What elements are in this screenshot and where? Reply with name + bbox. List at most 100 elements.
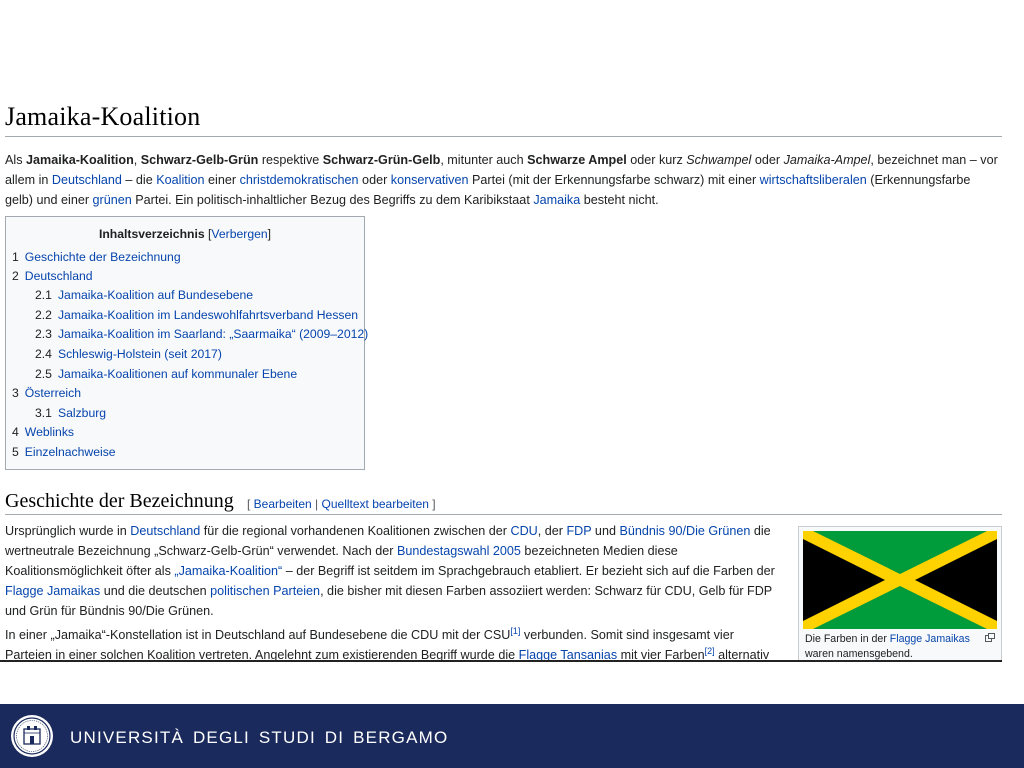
text-run: In einer „Jamaika“-Konstellation ist in … (5, 628, 511, 642)
italic-term: Jamaika-Ampel (783, 153, 871, 167)
inline-link[interactable]: Jamaika (533, 193, 580, 207)
toc-item-number: 2.5 (35, 367, 52, 381)
text-run: Als (5, 153, 26, 167)
toc-item-link[interactable]: Weblinks (25, 425, 74, 439)
toc-item-number: 3 (12, 386, 19, 400)
enlarge-icon[interactable] (985, 633, 995, 642)
toc-item-link[interactable]: Jamaika-Koalition auf Bundesebene (58, 288, 253, 302)
caption-text-start: Die Farben in der (805, 633, 890, 645)
text-run: Ursprünglich wurde in (5, 524, 131, 538)
wikipedia-article-screenshot: Jamaika-Koalition Als Jamaika-Koalition,… (0, 92, 1004, 662)
inline-link[interactable]: Flagge Jamaikas (5, 584, 100, 598)
toc-item-number: 1 (12, 250, 19, 264)
toc-item[interactable]: 2.5 Jamaika-Koalitionen auf kommunaler Eb… (35, 366, 297, 382)
text-run: oder (358, 173, 391, 187)
footnote-ref-link[interactable]: [2] (705, 646, 715, 656)
edit-bracket-close: ] (428, 497, 436, 511)
toc-item-number: 5 (12, 445, 19, 459)
text-run: , mitunter auch (440, 153, 528, 167)
figure-jamaica-flag: Die Farben in der Flagge Jamaikas waren … (798, 526, 1002, 662)
edit-separator: | (311, 497, 322, 511)
toc-item[interactable]: 2.3 Jamaika-Koalition im Saarland: „Saarm… (35, 326, 368, 342)
toc-item-link[interactable]: Deutschland (25, 269, 93, 283)
text-run: und (591, 524, 620, 538)
toc-item-number: 2.1 (35, 288, 52, 302)
italic-term: Schwampel (686, 153, 752, 167)
university-footer-bar: UNIVERSITÀ DEGLI STUDI DI BERGAMO (0, 704, 1024, 768)
inline-link[interactable]: Deutschland (130, 524, 200, 538)
toc-item-link[interactable]: Jamaika-Koalitionen auf kommunaler Ebene (58, 367, 297, 381)
inline-link[interactable]: Bündnis 90/Die Grünen (619, 524, 750, 538)
inline-link[interactable]: Bundestagswahl 2005 (397, 544, 521, 558)
edit-link[interactable]: Bearbeiten (254, 497, 312, 511)
toc-item[interactable]: 2.2 Jamaika-Koalition im Landeswohlfahrts… (35, 307, 358, 323)
toc-item-link[interactable]: Jamaika-Koalition im Landeswohlfahrtsver… (58, 308, 358, 322)
toc-bracket-close: ] (267, 227, 272, 241)
page-title: Jamaika-Koalition (5, 102, 201, 131)
caption-flag-link[interactable]: Flagge Jamaikas (890, 633, 970, 645)
inline-link[interactable]: Deutschland (52, 173, 122, 187)
toc-item-number: 2 (12, 269, 19, 283)
toc-header: Inhaltsverzeichnis [Verbergen] (6, 217, 364, 249)
bold-term: Schwarze Ampel (527, 153, 627, 167)
toc-item[interactable]: 3.1 Salzburg (35, 405, 106, 421)
toc-item-number: 2.3 (35, 327, 52, 341)
toc-item-number: 4 (12, 425, 19, 439)
section-paragraph-1: Ursprünglich wurde in Deutschland für di… (5, 521, 780, 621)
text-run: , (133, 153, 141, 167)
inline-link[interactable]: „Jamaika-Koalition“ (174, 564, 282, 578)
inline-link[interactable]: christdemokratischen (240, 173, 359, 187)
toc-item-link[interactable]: Jamaika-Koalition im Saarland: „Saarmaik… (58, 327, 368, 341)
inline-link[interactable]: Koalition (156, 173, 204, 187)
toc-item[interactable]: 4 Weblinks (12, 424, 74, 440)
jamaica-flag-image[interactable] (803, 531, 997, 629)
inline-link[interactable]: FDP (566, 524, 591, 538)
text-run: einer (204, 173, 240, 187)
toc-item[interactable]: 5 Einzelnachweise (12, 444, 116, 460)
bold-term: Schwarz-Grün-Gelb (322, 153, 441, 167)
title-divider (5, 136, 1002, 137)
footnote-ref-link[interactable]: [1] (510, 626, 520, 636)
inline-link[interactable]: grünen (93, 193, 132, 207)
toc-item-link[interactable]: Geschichte der Bezeichnung (25, 250, 181, 264)
section-divider (5, 514, 1002, 515)
table-of-contents: Inhaltsverzeichnis [Verbergen] 1 Geschich… (5, 216, 368, 470)
toc-item-link[interactable]: Einzelnachweise (25, 445, 116, 459)
toc-item[interactable]: 3 Österreich (12, 385, 81, 401)
caption-text-end: waren namensgebend. (805, 648, 913, 660)
toc-item-link[interactable]: Schleswig-Holstein (seit 2017) (58, 347, 222, 361)
text-run: respektive (258, 153, 323, 167)
section-heading: Geschichte der Bezeichnung (5, 490, 234, 512)
inline-link[interactable]: politischen Parteien (210, 584, 320, 598)
edit-bracket-open: [ (247, 497, 254, 511)
section-edit-links: [ Bearbeiten | Quelltext bearbeiten ] (247, 497, 436, 511)
toc-item-link[interactable]: Salzburg (58, 406, 106, 420)
text-run: Partei. Ein politisch-inhaltlicher Bezug… (131, 193, 534, 207)
toc-item[interactable]: 2.4 Schleswig-Holstein (seit 2017) (35, 346, 222, 362)
section-paragraph-2: In einer „Jamaika“-Konstellation ist in … (5, 625, 780, 662)
toc-item[interactable]: 2.1 Jamaika-Koalition auf Bundesebene (35, 287, 253, 303)
text-run: für die regional vorhandenen Koalitionen… (200, 524, 511, 538)
intro-paragraph: Als Jamaika-Koalition, Schwarz-Gelb-Grün… (5, 150, 999, 210)
text-run: besteht nicht. (580, 193, 659, 207)
footnote-ref: [1] (510, 626, 520, 636)
footnote-ref: [2] (705, 646, 715, 656)
text-run: Partei (mit der Erkennungsfarbe schwarz)… (468, 173, 760, 187)
bold-term: Schwarz-Gelb-Grün (140, 153, 259, 167)
university-seal-icon (11, 715, 53, 757)
text-run: – die (121, 173, 157, 187)
toc-item[interactable]: 1 Geschichte der Bezeichnung (12, 249, 181, 265)
text-run: und die deutschen (100, 584, 211, 598)
bold-term: Jamaika-Koalition (26, 153, 134, 167)
toc-item-link[interactable]: Österreich (25, 386, 81, 400)
inline-link[interactable]: CDU (510, 524, 537, 538)
toc-hide-link[interactable]: Verbergen (211, 227, 267, 241)
toc-item-number: 3.1 (35, 406, 52, 420)
inline-link[interactable]: konservativen (391, 173, 469, 187)
text-run: oder (751, 153, 784, 167)
edit-source-link[interactable]: Quelltext bearbeiten (322, 497, 429, 511)
toc-item[interactable]: 2 Deutschland (12, 268, 93, 284)
toc-item-number: 2.4 (35, 347, 52, 361)
inline-link[interactable]: wirtschaftsliberalen (760, 173, 867, 187)
text-run: oder kurz (626, 153, 687, 167)
